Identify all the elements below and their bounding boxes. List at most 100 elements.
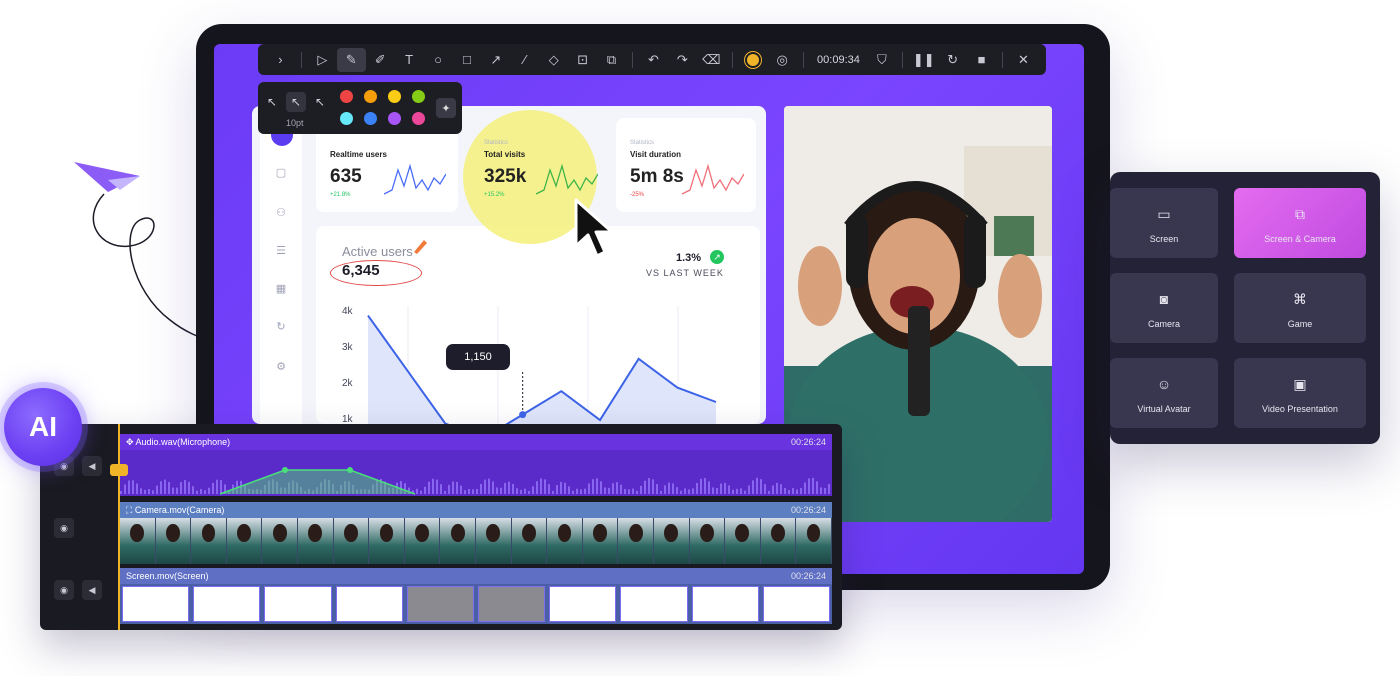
refresh-icon[interactable]: ↻ xyxy=(271,316,291,336)
waveform-bar xyxy=(124,484,126,494)
waveform-bar xyxy=(780,484,782,494)
waveform-bar xyxy=(468,489,470,494)
waveform-bar xyxy=(120,491,122,494)
speaker-icon[interactable]: ◀ xyxy=(82,580,102,600)
shield-icon[interactable]: ⛉ xyxy=(867,48,896,72)
stat-value: 325k xyxy=(484,166,527,187)
eraser-icon[interactable]: ◇ xyxy=(539,48,568,72)
pen-tool-icon[interactable]: ✎ xyxy=(336,47,366,72)
playhead[interactable] xyxy=(118,424,120,630)
waveform-bar xyxy=(696,482,698,494)
playhead-handle[interactable] xyxy=(110,464,128,476)
expand-icon[interactable]: › xyxy=(266,48,295,72)
track-name: Audio.wav(Microphone) xyxy=(135,437,231,447)
camera-track[interactable]: ⛶ Camera.mov(Camera) 00:26:24 xyxy=(120,502,832,564)
waveform-bar xyxy=(804,482,806,494)
focus-icon[interactable]: ⊡ xyxy=(568,48,597,72)
mode-screen-camera[interactable]: ⧉ Screen & Camera xyxy=(1234,188,1366,258)
color-swatch[interactable] xyxy=(340,90,353,103)
color-swatch[interactable] xyxy=(388,90,401,103)
pen-size-large-icon[interactable]: ↖ xyxy=(310,92,330,112)
stop-icon[interactable]: ■ xyxy=(967,48,996,72)
keyframe-handle[interactable] xyxy=(282,467,288,473)
data-point[interactable] xyxy=(519,411,527,419)
list-icon[interactable]: ☰ xyxy=(271,240,291,260)
color-swatch[interactable] xyxy=(340,112,353,125)
circle-shape-icon[interactable]: ○ xyxy=(424,48,453,72)
color-swatch[interactable] xyxy=(364,112,377,125)
mode-video-presentation[interactable]: ▣ Video Presentation xyxy=(1234,358,1366,428)
waveform-bar xyxy=(216,479,218,494)
waveform-bar xyxy=(416,488,418,494)
waveform-bar xyxy=(736,488,738,494)
undo-icon[interactable]: ↶ xyxy=(639,48,668,72)
recording-mode-panel: ▭ Screen ⧉ Screen & Camera ◙ Camera ⌘ Game ☺ Virt… xyxy=(1110,172,1380,444)
mode-label: Virtual Avatar xyxy=(1137,404,1191,414)
audio-track[interactable]: ✥ Audio.wav(Microphone) 00:26:24 xyxy=(120,434,832,496)
rectangle-shape-icon[interactable]: □ xyxy=(453,48,482,72)
restart-icon[interactable]: ↻ xyxy=(938,48,967,72)
mode-camera[interactable]: ◙ Camera xyxy=(1110,273,1218,343)
eye-icon[interactable]: ◉ xyxy=(54,518,74,538)
screen-thumbnail xyxy=(691,586,759,622)
waveform-bar xyxy=(208,487,210,494)
color-swatch[interactable] xyxy=(364,90,377,103)
highlighter-icon[interactable]: ✐ xyxy=(366,48,395,72)
calendar-icon[interactable]: ▦ xyxy=(271,278,291,298)
speaker-icon[interactable]: ◀ xyxy=(82,456,102,476)
clear-all-icon[interactable]: ⌫ xyxy=(697,48,726,72)
waveform-bar xyxy=(628,489,630,494)
eye-icon[interactable]: ◉ xyxy=(54,580,74,600)
gamepad-icon: ⌘ xyxy=(1293,291,1307,307)
camera-thumbnail xyxy=(333,518,370,564)
waveform-bar xyxy=(508,481,510,494)
select-cursor-icon[interactable]: ▷ xyxy=(308,48,337,72)
mode-screen[interactable]: ▭ Screen xyxy=(1110,188,1218,258)
waveform-bar xyxy=(448,484,450,494)
waveform-bar xyxy=(576,488,578,494)
users-icon[interactable]: ⚇ xyxy=(271,202,291,222)
waveform-bar xyxy=(180,482,182,494)
waveform-bar xyxy=(456,482,458,494)
waveform-bar xyxy=(764,484,766,494)
waveform-bar xyxy=(652,479,654,494)
color-swatch[interactable] xyxy=(412,112,425,125)
close-icon[interactable]: ✕ xyxy=(1009,48,1038,72)
audio-track-icon: ✥ xyxy=(126,437,136,447)
waveform-bar xyxy=(196,490,198,494)
mode-virtual-avatar[interactable]: ☺ Virtual Avatar xyxy=(1110,358,1218,428)
pen-size-medium-icon[interactable]: ↖ xyxy=(286,92,306,112)
inbox-icon[interactable]: ▢ xyxy=(271,162,291,182)
arrow-tool-icon[interactable]: ↗ xyxy=(481,48,510,72)
waveform-bar xyxy=(140,488,142,494)
waveform-bar xyxy=(784,487,786,494)
camera-thumbnail xyxy=(155,518,192,564)
pause-icon[interactable]: ❚❚ xyxy=(909,48,938,72)
waveform-bar xyxy=(476,489,478,494)
sparkline xyxy=(384,163,446,195)
keyframe-handle[interactable] xyxy=(347,467,353,473)
dashboard-sidebar: ▢ ⚇ ☰ ▦ ↻ ⚙ xyxy=(260,106,302,424)
toolbar-divider xyxy=(902,51,904,68)
magic-wand-icon[interactable]: ✦ xyxy=(436,98,456,118)
text-tool-icon[interactable]: T xyxy=(395,48,424,72)
screen-track[interactable]: Screen.mov(Screen) 00:26:24 xyxy=(120,568,832,624)
waveform-bar xyxy=(464,490,466,494)
redo-icon[interactable]: ↷ xyxy=(668,48,697,72)
waveform-bar xyxy=(420,490,422,494)
color-swatch[interactable] xyxy=(412,90,425,103)
pen-size-small-icon[interactable]: ↖ xyxy=(262,92,282,112)
mode-label: Video Presentation xyxy=(1262,404,1338,414)
line-tool-icon[interactable]: ⁄ xyxy=(510,48,539,72)
waveform-bar xyxy=(768,490,770,494)
settings-gear-icon[interactable]: ⚙ xyxy=(271,356,291,376)
color-swatch[interactable] xyxy=(388,112,401,125)
pen-settings-popover: ↖ ↖ ↖ 10pt ✦ xyxy=(258,82,462,134)
waveform-bar xyxy=(824,488,826,494)
waveform-bar xyxy=(128,480,130,494)
screenshot-icon[interactable]: ⧉ xyxy=(597,48,626,72)
waveform-bar xyxy=(596,478,598,494)
mouse-effect-icon[interactable]: ◎ xyxy=(768,48,797,72)
mode-game[interactable]: ⌘ Game xyxy=(1234,273,1366,343)
sparkline xyxy=(682,163,744,195)
